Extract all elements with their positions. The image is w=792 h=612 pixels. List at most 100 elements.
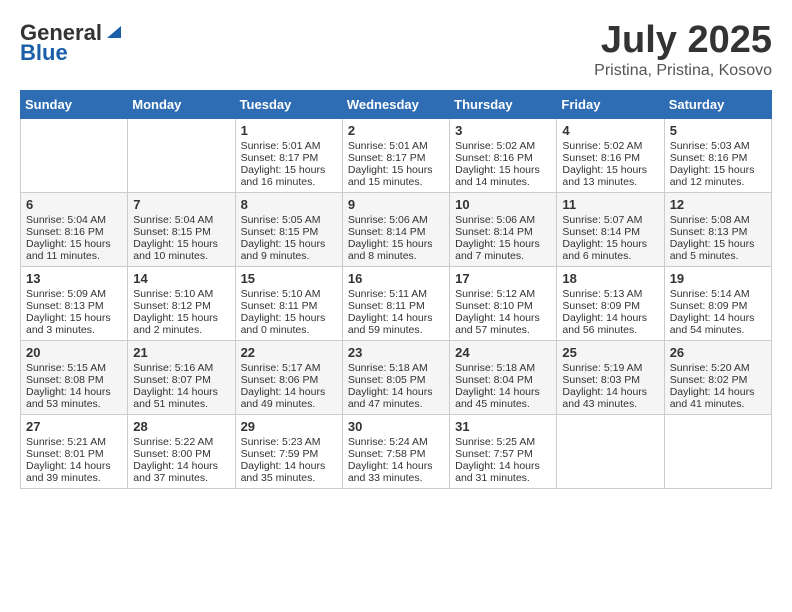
location-title: Pristina, Pristina, Kosovo <box>594 62 772 80</box>
sunrise-text: Sunrise: 5:02 AM <box>455 140 551 152</box>
sunset-text: Sunset: 8:06 PM <box>241 374 337 386</box>
sunrise-text: Sunrise: 5:21 AM <box>26 436 122 448</box>
day-number: 23 <box>348 345 444 360</box>
sunrise-text: Sunrise: 5:05 AM <box>241 214 337 226</box>
daylight-text: Daylight: 14 hours and 31 minutes. <box>455 460 551 484</box>
calendar-cell: 12Sunrise: 5:08 AMSunset: 8:13 PMDayligh… <box>664 192 771 266</box>
day-number: 7 <box>133 197 229 212</box>
sunset-text: Sunset: 8:15 PM <box>133 226 229 238</box>
sunset-text: Sunset: 8:03 PM <box>562 374 658 386</box>
sunrise-text: Sunrise: 5:19 AM <box>562 362 658 374</box>
day-number: 15 <box>241 271 337 286</box>
day-number: 13 <box>26 271 122 286</box>
sunset-text: Sunset: 8:15 PM <box>241 226 337 238</box>
daylight-text: Daylight: 14 hours and 49 minutes. <box>241 386 337 410</box>
sunrise-text: Sunrise: 5:15 AM <box>26 362 122 374</box>
calendar-cell: 3Sunrise: 5:02 AMSunset: 8:16 PMDaylight… <box>450 118 557 192</box>
logo-icon <box>103 22 121 40</box>
calendar-cell: 5Sunrise: 5:03 AMSunset: 8:16 PMDaylight… <box>664 118 771 192</box>
calendar-header-row: SundayMondayTuesdayWednesdayThursdayFrid… <box>21 90 772 118</box>
day-number: 16 <box>348 271 444 286</box>
weekday-header-sunday: Sunday <box>21 90 128 118</box>
month-title: July 2025 <box>594 20 772 62</box>
calendar-week-row: 6Sunrise: 5:04 AMSunset: 8:16 PMDaylight… <box>21 192 772 266</box>
day-number: 20 <box>26 345 122 360</box>
calendar-cell: 17Sunrise: 5:12 AMSunset: 8:10 PMDayligh… <box>450 266 557 340</box>
calendar-week-row: 20Sunrise: 5:15 AMSunset: 8:08 PMDayligh… <box>21 340 772 414</box>
weekday-header-friday: Friday <box>557 90 664 118</box>
day-number: 11 <box>562 197 658 212</box>
sunset-text: Sunset: 8:07 PM <box>133 374 229 386</box>
calendar-cell: 7Sunrise: 5:04 AMSunset: 8:15 PMDaylight… <box>128 192 235 266</box>
day-number: 30 <box>348 419 444 434</box>
daylight-text: Daylight: 14 hours and 39 minutes. <box>26 460 122 484</box>
daylight-text: Daylight: 14 hours and 37 minutes. <box>133 460 229 484</box>
day-number: 19 <box>670 271 766 286</box>
page-header: General Blue July 2025 Pristina, Pristin… <box>20 20 772 80</box>
sunset-text: Sunset: 8:14 PM <box>455 226 551 238</box>
daylight-text: Daylight: 14 hours and 35 minutes. <box>241 460 337 484</box>
daylight-text: Daylight: 15 hours and 8 minutes. <box>348 238 444 262</box>
day-number: 29 <box>241 419 337 434</box>
calendar-cell: 31Sunrise: 5:25 AMSunset: 7:57 PMDayligh… <box>450 414 557 488</box>
sunset-text: Sunset: 8:09 PM <box>670 300 766 312</box>
calendar-cell: 1Sunrise: 5:01 AMSunset: 8:17 PMDaylight… <box>235 118 342 192</box>
day-number: 10 <box>455 197 551 212</box>
sunrise-text: Sunrise: 5:23 AM <box>241 436 337 448</box>
sunrise-text: Sunrise: 5:14 AM <box>670 288 766 300</box>
daylight-text: Daylight: 15 hours and 2 minutes. <box>133 312 229 336</box>
sunrise-text: Sunrise: 5:20 AM <box>670 362 766 374</box>
calendar-cell: 15Sunrise: 5:10 AMSunset: 8:11 PMDayligh… <box>235 266 342 340</box>
daylight-text: Daylight: 14 hours and 47 minutes. <box>348 386 444 410</box>
sunset-text: Sunset: 8:10 PM <box>455 300 551 312</box>
weekday-header-saturday: Saturday <box>664 90 771 118</box>
day-number: 5 <box>670 123 766 138</box>
calendar-cell: 26Sunrise: 5:20 AMSunset: 8:02 PMDayligh… <box>664 340 771 414</box>
sunrise-text: Sunrise: 5:07 AM <box>562 214 658 226</box>
calendar-cell: 21Sunrise: 5:16 AMSunset: 8:07 PMDayligh… <box>128 340 235 414</box>
sunset-text: Sunset: 8:02 PM <box>670 374 766 386</box>
daylight-text: Daylight: 14 hours and 43 minutes. <box>562 386 658 410</box>
sunrise-text: Sunrise: 5:12 AM <box>455 288 551 300</box>
sunset-text: Sunset: 8:14 PM <box>348 226 444 238</box>
sunrise-text: Sunrise: 5:03 AM <box>670 140 766 152</box>
calendar-cell: 30Sunrise: 5:24 AMSunset: 7:58 PMDayligh… <box>342 414 449 488</box>
sunset-text: Sunset: 8:16 PM <box>562 152 658 164</box>
calendar-cell: 23 Sunrise: 5:18 AMSunset: 8:05 PMDayligh… <box>342 340 449 414</box>
day-number: 27 <box>26 419 122 434</box>
calendar-table: SundayMondayTuesdayWednesdayThursdayFrid… <box>20 90 772 489</box>
sunset-text: Sunset: 8:16 PM <box>670 152 766 164</box>
sunrise-text: Sunrise: 5:18 AM <box>348 362 444 374</box>
sunset-text: Sunset: 8:11 PM <box>241 300 337 312</box>
calendar-cell <box>557 414 664 488</box>
calendar-cell: 19Sunrise: 5:14 AMSunset: 8:09 PMDayligh… <box>664 266 771 340</box>
sunrise-text: Sunrise: 5:08 AM <box>670 214 766 226</box>
calendar-cell: 6Sunrise: 5:04 AMSunset: 8:16 PMDaylight… <box>21 192 128 266</box>
day-number: 18 <box>562 271 658 286</box>
weekday-header-wednesday: Wednesday <box>342 90 449 118</box>
sunset-text: Sunset: 8:16 PM <box>26 226 122 238</box>
weekday-header-thursday: Thursday <box>450 90 557 118</box>
sunrise-text: Sunrise: 5:09 AM <box>26 288 122 300</box>
day-number: 26 <box>670 345 766 360</box>
daylight-text: Daylight: 14 hours and 45 minutes. <box>455 386 551 410</box>
sunset-text: Sunset: 8:05 PM <box>348 374 444 386</box>
day-number: 3 <box>455 123 551 138</box>
sunrise-text: Sunrise: 5:02 AM <box>562 140 658 152</box>
calendar-cell <box>128 118 235 192</box>
logo-blue-text: Blue <box>20 40 68 66</box>
daylight-text: Daylight: 15 hours and 6 minutes. <box>562 238 658 262</box>
sunrise-text: Sunrise: 5:06 AM <box>348 214 444 226</box>
day-number: 28 <box>133 419 229 434</box>
day-number: 21 <box>133 345 229 360</box>
day-number: 6 <box>26 197 122 212</box>
sunrise-text: Sunrise: 5:16 AM <box>133 362 229 374</box>
day-number: 1 <box>241 123 337 138</box>
daylight-text: Daylight: 15 hours and 15 minutes. <box>348 164 444 188</box>
sunset-text: Sunset: 8:17 PM <box>241 152 337 164</box>
daylight-text: Daylight: 14 hours and 59 minutes. <box>348 312 444 336</box>
daylight-text: Daylight: 15 hours and 11 minutes. <box>26 238 122 262</box>
daylight-text: Daylight: 15 hours and 16 minutes. <box>241 164 337 188</box>
calendar-cell <box>21 118 128 192</box>
calendar-cell: 10Sunrise: 5:06 AMSunset: 8:14 PMDayligh… <box>450 192 557 266</box>
